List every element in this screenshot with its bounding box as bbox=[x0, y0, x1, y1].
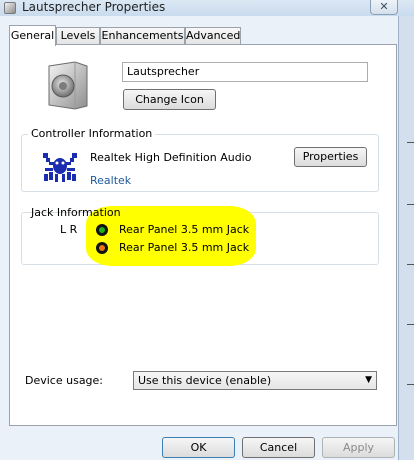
divider bbox=[407, 142, 414, 143]
orange-jack-icon bbox=[96, 242, 108, 254]
cancel-button[interactable]: Cancel bbox=[242, 437, 315, 458]
ok-button[interactable]: OK bbox=[162, 437, 235, 458]
divider bbox=[407, 384, 414, 385]
title-bar[interactable]: Lautsprecher Properties bbox=[0, 0, 414, 16]
tab-advanced[interactable]: Advanced bbox=[185, 27, 241, 44]
device-name-input[interactable]: Lautsprecher bbox=[122, 62, 368, 82]
controller-vendor-link[interactable]: Realtek bbox=[90, 174, 131, 187]
device-usage-value: Use this device (enable) bbox=[138, 374, 272, 387]
divider bbox=[407, 324, 414, 325]
divider bbox=[407, 264, 414, 265]
close-button[interactable]: ✕ bbox=[370, 0, 398, 15]
close-icon: ✕ bbox=[379, 0, 389, 13]
jack-info-label: Jack Information bbox=[31, 206, 121, 219]
jack-color-dot bbox=[99, 227, 105, 233]
device-usage-select[interactable]: Use this device (enable) ▼ bbox=[133, 371, 377, 390]
speaker-device-icon bbox=[48, 61, 88, 110]
properties-button[interactable]: Properties bbox=[294, 147, 367, 167]
jack-lr-label: L R bbox=[60, 223, 78, 236]
window-title: Lautsprecher Properties bbox=[22, 0, 166, 14]
green-jack-icon bbox=[96, 224, 108, 236]
controller-info-label: Controller Information bbox=[28, 127, 156, 140]
controller-name: Realtek High Definition Audio bbox=[90, 151, 252, 164]
tab-enhancements[interactable]: Enhancements bbox=[100, 27, 185, 44]
change-icon-button[interactable]: Change Icon bbox=[123, 89, 216, 110]
realtek-crab-icon bbox=[43, 153, 77, 182]
background-window-edge bbox=[398, 16, 414, 460]
jack-label-2: Rear Panel 3.5 mm Jack bbox=[119, 241, 250, 254]
tab-levels[interactable]: Levels bbox=[56, 27, 100, 44]
dropdown-arrow-icon: ▼ bbox=[365, 375, 372, 385]
jack-color-dot bbox=[99, 245, 105, 251]
apply-button[interactable]: Apply bbox=[322, 437, 395, 458]
device-usage-label: Device usage: bbox=[25, 374, 104, 387]
jack-label-1: Rear Panel 3.5 mm Jack bbox=[119, 223, 250, 236]
speaker-icon bbox=[4, 2, 16, 14]
tab-general[interactable]: General bbox=[9, 25, 56, 46]
divider bbox=[407, 204, 414, 205]
